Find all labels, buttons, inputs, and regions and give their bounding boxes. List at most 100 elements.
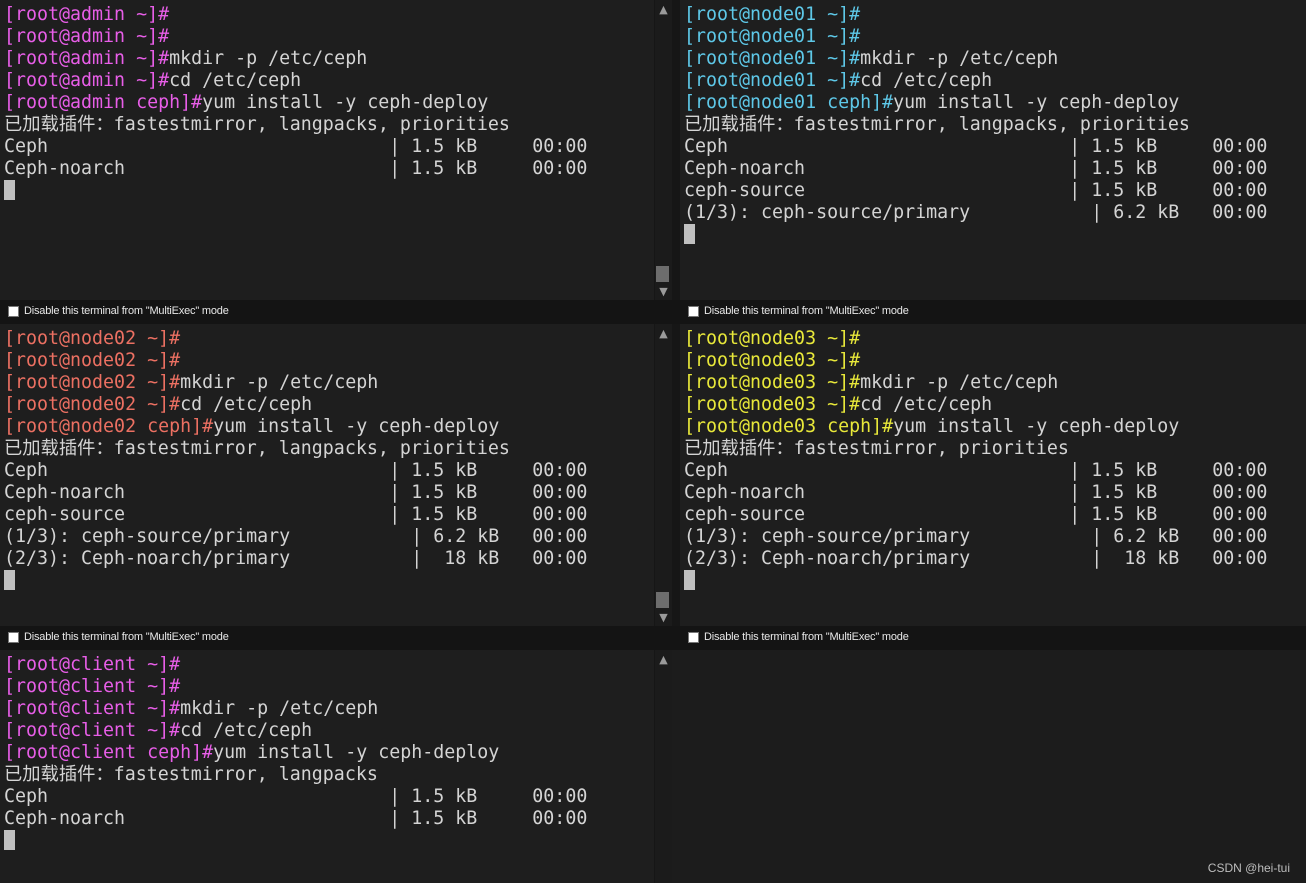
output-line: Ceph | 1.5 kB 00:00 xyxy=(4,786,588,807)
prompt-line: [root@node03 ~]#cd /etc/ceph xyxy=(684,394,1267,416)
prompt-line: [root@node03 ~]#mkdir -p /etc/ceph xyxy=(684,372,1267,394)
prompt-line: [root@node03 ceph]#yum install -y ceph-d… xyxy=(684,416,1267,438)
prompt-line: [root@admin ~]#cd /etc/ceph xyxy=(4,70,587,92)
shell-prompt: [root@node01 ~]# xyxy=(684,26,861,47)
terminal-pane-admin[interactable]: [root@admin ~]# [root@admin ~]# [root@admi… xyxy=(0,0,654,300)
shell-prompt: [root@client ceph]# xyxy=(4,742,214,763)
shell-prompt: [root@client ~]# xyxy=(4,698,181,719)
terminal-cursor xyxy=(684,570,695,590)
shell-prompt: [root@node03 ~]# xyxy=(684,328,861,349)
chevron-up-icon[interactable]: ▲ xyxy=(655,326,672,342)
multiexec-footer-node02: Disable this terminal from "MultiExec" m… xyxy=(0,626,680,650)
terminal-pane-node02[interactable]: [root@node02 ~]# [root@node02 ~]# [root@no… xyxy=(0,324,654,626)
shell-prompt: [root@admin ~]# xyxy=(4,70,170,91)
output-line: (1/3): ceph-source/primary | 6.2 kB 00:0… xyxy=(4,526,588,547)
shell-prompt: [root@node02 ~]# xyxy=(4,372,181,393)
shell-prompt: [root@admin ceph]# xyxy=(4,92,203,113)
shell-prompt: [root@node02 ~]# xyxy=(4,350,181,371)
output-line: Ceph-noarch | 1.5 kB 00:00 xyxy=(4,158,588,179)
scrollbar-admin[interactable]: ▲ ▼ xyxy=(655,0,672,300)
csdn-watermark: CSDN @hei-tui xyxy=(1207,861,1290,875)
shell-prompt: [root@client ~]# xyxy=(4,654,181,675)
terminal-pane-node03[interactable]: [root@node03 ~]# [root@node03 ~]# [root@no… xyxy=(680,324,1306,626)
prompt-line: [root@node02 ~]#cd /etc/ceph xyxy=(4,394,587,416)
chevron-down-icon[interactable]: ▼ xyxy=(655,610,672,626)
scrollbar-thumb[interactable] xyxy=(656,592,669,608)
prompt-line: [root@admin ~]# xyxy=(4,4,587,26)
chevron-up-icon[interactable]: ▲ xyxy=(655,652,672,668)
output-line: Ceph | 1.5 kB 00:00 xyxy=(4,460,588,481)
shell-command: yum install -y ceph-deploy xyxy=(213,742,500,763)
shell-prompt: [root@client ~]# xyxy=(4,720,181,741)
shell-prompt: [root@admin ~]# xyxy=(4,26,170,47)
multiexec-label: Disable this terminal from "MultiExec" m… xyxy=(24,631,229,643)
prompt-line: [root@client ceph]#yum install -y ceph-d… xyxy=(4,742,587,764)
shell-prompt: [root@client ~]# xyxy=(4,676,181,697)
prompt-line: [root@node02 ~]# xyxy=(4,350,587,372)
terminal-cursor xyxy=(4,830,15,850)
multiexec-checkbox-node02[interactable] xyxy=(8,632,19,643)
output-line: Ceph-noarch | 1.5 kB 00:00 xyxy=(4,482,588,503)
output-line: Ceph-noarch | 1.5 kB 00:00 xyxy=(4,808,588,829)
multiexec-footer-node03: Disable this terminal from "MultiExec" m… xyxy=(680,626,1306,650)
output-line: 已加载插件：fastestmirror, langpacks, prioriti… xyxy=(684,114,1190,135)
output-line: (2/3): Ceph-noarch/primary | 18 kB 00:00 xyxy=(684,548,1268,569)
prompt-line: [root@node03 ~]# xyxy=(684,350,1267,372)
output-line: ceph-source | 1.5 kB 00:00 xyxy=(4,504,588,525)
scrollbar-thumb[interactable] xyxy=(656,266,669,282)
shell-prompt: [root@node02 ceph]# xyxy=(4,416,214,437)
chevron-up-icon[interactable]: ▲ xyxy=(655,2,672,18)
prompt-line: [root@node02 ~]#mkdir -p /etc/ceph xyxy=(4,372,587,394)
cursor-line xyxy=(684,224,1267,246)
multiexec-checkbox-node03[interactable] xyxy=(688,632,699,643)
shell-prompt: [root@node01 ~]# xyxy=(684,70,861,91)
terminal-cursor xyxy=(4,180,15,200)
multiexec-label: Disable this terminal from "MultiExec" m… xyxy=(24,305,229,317)
prompt-line: [root@node02 ~]# xyxy=(4,328,587,350)
shell-command: mkdir -p /etc/ceph xyxy=(180,698,379,719)
shell-command: yum install -y ceph-deploy xyxy=(893,92,1180,113)
cursor-line xyxy=(4,830,587,852)
prompt-line: [root@node02 ceph]#yum install -y ceph-d… xyxy=(4,416,587,438)
output-line: Ceph | 1.5 kB 00:00 xyxy=(684,460,1268,481)
scrollbar-client[interactable]: ▲ xyxy=(655,650,672,883)
output-line: Ceph | 1.5 kB 00:00 xyxy=(4,136,588,157)
prompt-line: [root@admin ceph]#yum install -y ceph-de… xyxy=(4,92,587,114)
shell-prompt: [root@node01 ~]# xyxy=(684,4,861,25)
cursor-line xyxy=(4,570,587,592)
shell-command: cd /etc/ceph xyxy=(180,720,313,741)
output-line: 已加载插件：fastestmirror, langpacks xyxy=(4,764,378,785)
output-line: ceph-source | 1.5 kB 00:00 xyxy=(684,504,1268,525)
prompt-line: [root@node03 ~]# xyxy=(684,328,1267,350)
multiexec-label: Disable this terminal from "MultiExec" m… xyxy=(704,305,909,317)
shell-command: cd /etc/ceph xyxy=(860,70,993,91)
terminal-output-node01: [root@node01 ~]# [root@node01 ~]# [root@no… xyxy=(684,4,1267,246)
multiexec-checkbox-node01[interactable] xyxy=(688,306,699,317)
terminal-cursor xyxy=(684,224,695,244)
shell-command: mkdir -p /etc/ceph xyxy=(180,372,379,393)
terminal-pane-client[interactable]: [root@client ~]# [root@client ~]# [root@cl… xyxy=(0,650,654,883)
output-line: (1/3): ceph-source/primary | 6.2 kB 00:0… xyxy=(684,526,1268,547)
multiexec-footer-admin: Disable this terminal from "MultiExec" m… xyxy=(0,300,680,324)
multiexec-label: Disable this terminal from "MultiExec" m… xyxy=(704,631,909,643)
terminal-cursor xyxy=(4,570,15,590)
terminal-pane-node01[interactable]: [root@node01 ~]# [root@node01 ~]# [root@no… xyxy=(680,0,1306,300)
empty-pane-area xyxy=(672,650,1306,883)
terminal-output-client: [root@client ~]# [root@client ~]# [root@cl… xyxy=(4,654,587,852)
shell-command: mkdir -p /etc/ceph xyxy=(169,48,368,69)
shell-command: yum install -y ceph-deploy xyxy=(213,416,500,437)
chevron-down-icon[interactable]: ▼ xyxy=(655,284,672,300)
output-line: Ceph-noarch | 1.5 kB 00:00 xyxy=(684,158,1268,179)
multiexec-footer-node01: Disable this terminal from "MultiExec" m… xyxy=(680,300,1306,324)
prompt-line: [root@node01 ~]#cd /etc/ceph xyxy=(684,70,1267,92)
cursor-line xyxy=(684,570,1267,592)
prompt-line: [root@client ~]# xyxy=(4,654,587,676)
output-line: 已加载插件：fastestmirror, priorities xyxy=(684,438,1069,459)
terminal-output-admin: [root@admin ~]# [root@admin ~]# [root@admi… xyxy=(4,4,587,202)
output-line: 已加载插件：fastestmirror, langpacks, prioriti… xyxy=(4,114,510,135)
output-line: (1/3): ceph-source/primary | 6.2 kB 00:0… xyxy=(684,202,1268,223)
prompt-line: [root@node01 ~]#mkdir -p /etc/ceph xyxy=(684,48,1267,70)
multiexec-checkbox-admin[interactable] xyxy=(8,306,19,317)
cursor-line xyxy=(4,180,587,202)
scrollbar-node02[interactable]: ▲ ▼ xyxy=(655,324,672,626)
